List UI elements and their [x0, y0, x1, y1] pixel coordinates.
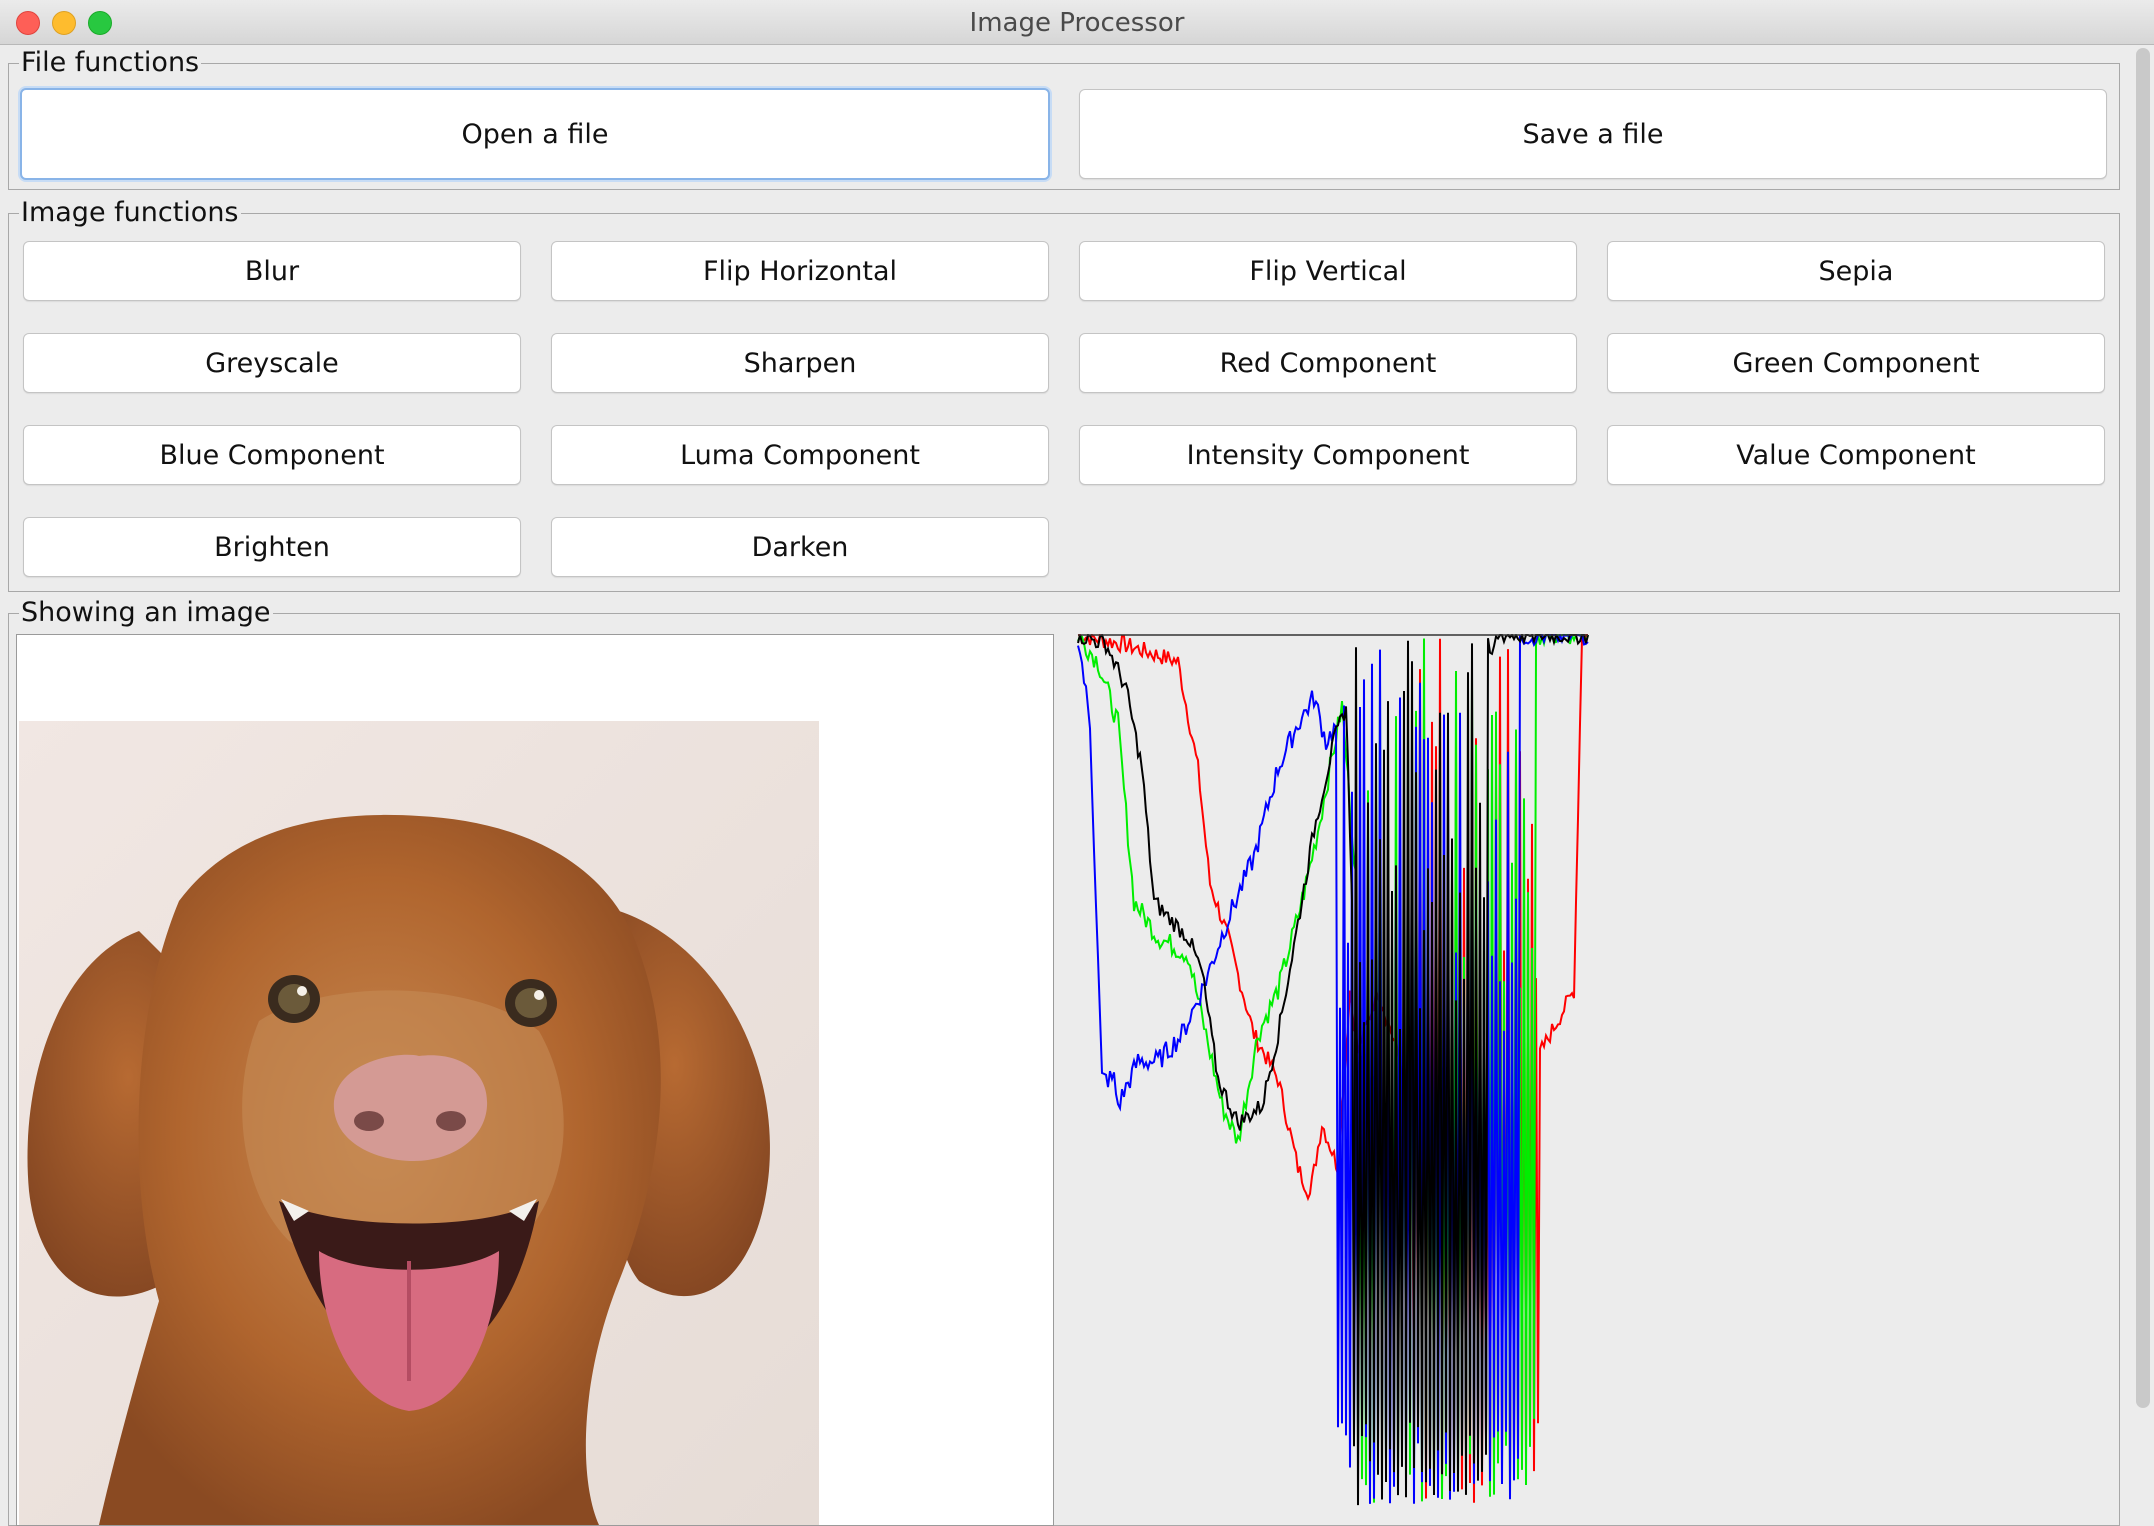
blue-component-button[interactable]: Blue Component	[23, 425, 521, 485]
histogram-blue-line	[1077, 634, 1589, 1504]
flip-horizontal-button[interactable]: Flip Horizontal	[551, 241, 1049, 301]
image-functions-legend: Image functions	[21, 197, 239, 228]
save-file-button[interactable]: Save a file	[1079, 89, 2107, 179]
intensity-component-button[interactable]: Intensity Component	[1079, 425, 1577, 485]
title-bar: Image Processor	[0, 0, 2154, 45]
showing-image-legend: Showing an image	[21, 597, 271, 628]
app-window: Image Processor File functions Open a fi…	[0, 0, 2154, 1526]
open-file-button[interactable]: Open a file	[20, 88, 1050, 180]
sepia-button[interactable]: Sepia	[1607, 241, 2105, 301]
greyscale-button[interactable]: Greyscale	[23, 333, 521, 393]
blur-button[interactable]: Blur	[23, 241, 521, 301]
luma-component-button[interactable]: Luma Component	[551, 425, 1049, 485]
vertical-scrollbar[interactable]	[2136, 48, 2150, 1408]
sharpen-button[interactable]: Sharpen	[551, 333, 1049, 393]
value-component-button[interactable]: Value Component	[1607, 425, 2105, 485]
file-functions-legend: File functions	[21, 47, 200, 78]
window-title: Image Processor	[969, 8, 1185, 38]
darken-button[interactable]: Darken	[551, 517, 1049, 577]
red-component-button[interactable]: Red Component	[1079, 333, 1577, 393]
histogram-panel	[1054, 634, 2116, 1524]
brighten-button[interactable]: Brighten	[23, 517, 521, 577]
image-display-area[interactable]	[16, 634, 1054, 1526]
histogram-chart	[1077, 634, 1589, 1506]
dog-photo	[19, 721, 819, 1525]
flip-vertical-button[interactable]: Flip Vertical	[1079, 241, 1577, 301]
green-component-button[interactable]: Green Component	[1607, 333, 2105, 393]
